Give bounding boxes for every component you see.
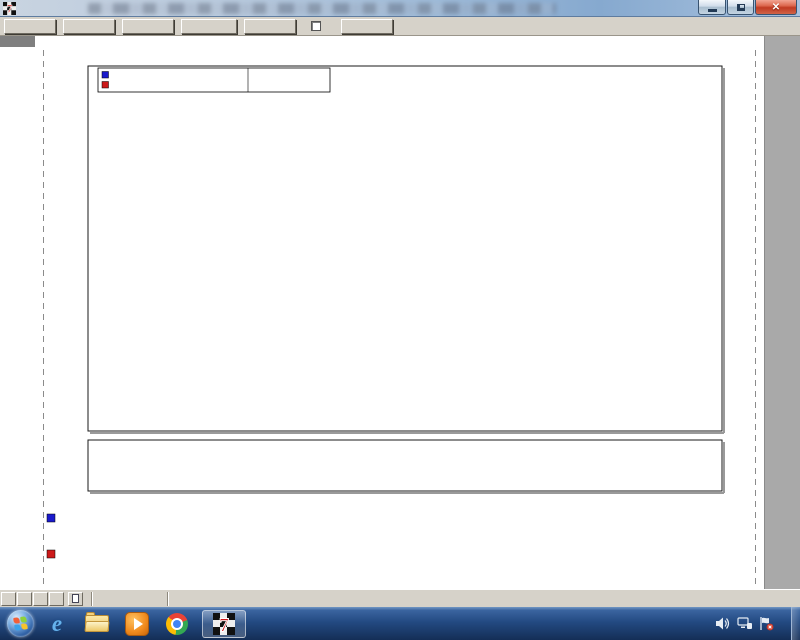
last-page-button[interactable] <box>49 592 64 606</box>
svg-text:7: 7 <box>219 614 229 635</box>
af-plot-frame <box>88 440 722 491</box>
media-player-icon[interactable] <box>120 610 154 638</box>
minimize-button[interactable] <box>698 0 726 15</box>
chrome-icon[interactable] <box>160 610 194 638</box>
options-button[interactable] <box>341 19 393 34</box>
restore-button[interactable] <box>727 0 754 15</box>
close-window-button[interactable]: ✕ <box>755 0 797 15</box>
zoom-out-button[interactable] <box>181 19 237 34</box>
run1-swatch <box>47 514 55 522</box>
system-tray <box>716 607 800 640</box>
page-icon <box>72 594 79 603</box>
prev-button[interactable] <box>63 19 115 34</box>
redacted-title-text <box>88 3 556 14</box>
titlebar: 7 ✕ <box>0 0 800 17</box>
svg-text:7: 7 <box>7 3 13 14</box>
print-preview-page[interactable] <box>0 36 800 589</box>
show-desktop-button[interactable] <box>791 607 800 640</box>
run-info <box>47 514 55 558</box>
run2-swatch <box>47 550 55 558</box>
volume-icon[interactable] <box>716 617 730 630</box>
action-center-flag-icon[interactable] <box>759 617 774 631</box>
start-button[interactable] <box>7 610 34 637</box>
minimize-icon <box>708 9 717 12</box>
next-button[interactable] <box>122 19 174 34</box>
close-preview-button[interactable] <box>244 19 296 34</box>
dynojet-app-icon: 7 <box>3 2 16 15</box>
toolbar <box>0 17 800 36</box>
prev-page-button[interactable] <box>17 592 32 606</box>
legend-swatch-red <box>102 82 109 89</box>
main-plot-frame <box>88 66 722 431</box>
lock-aspect-ratio-checkbox[interactable] <box>311 21 321 31</box>
taskbar: e 7 <box>0 607 800 640</box>
statusbar-separator <box>91 592 93 606</box>
preview-corner <box>0 36 35 47</box>
screen: 7 ✕ <box>0 0 800 640</box>
dyno-chart <box>0 36 800 589</box>
legend <box>98 68 330 92</box>
windows-explorer-icon[interactable] <box>80 610 114 638</box>
dynojet-7-icon: 7 <box>213 613 235 635</box>
next-page-button[interactable] <box>33 592 48 606</box>
first-page-button[interactable] <box>1 592 16 606</box>
statusbar-separator-2 <box>167 592 169 606</box>
internet-explorer-icon[interactable]: e <box>40 610 74 638</box>
windows-flag-icon <box>13 616 28 631</box>
restore-icon <box>737 4 745 11</box>
legend-swatch-blue <box>102 72 109 79</box>
close-icon: ✕ <box>772 2 780 13</box>
page-edge-gray-area <box>764 36 800 589</box>
network-icon[interactable] <box>737 617 752 630</box>
statusbar <box>0 589 800 607</box>
print-button[interactable] <box>4 19 56 34</box>
page-layout-button[interactable] <box>68 592 83 606</box>
dynojet-taskbar-button[interactable]: 7 <box>202 610 246 638</box>
